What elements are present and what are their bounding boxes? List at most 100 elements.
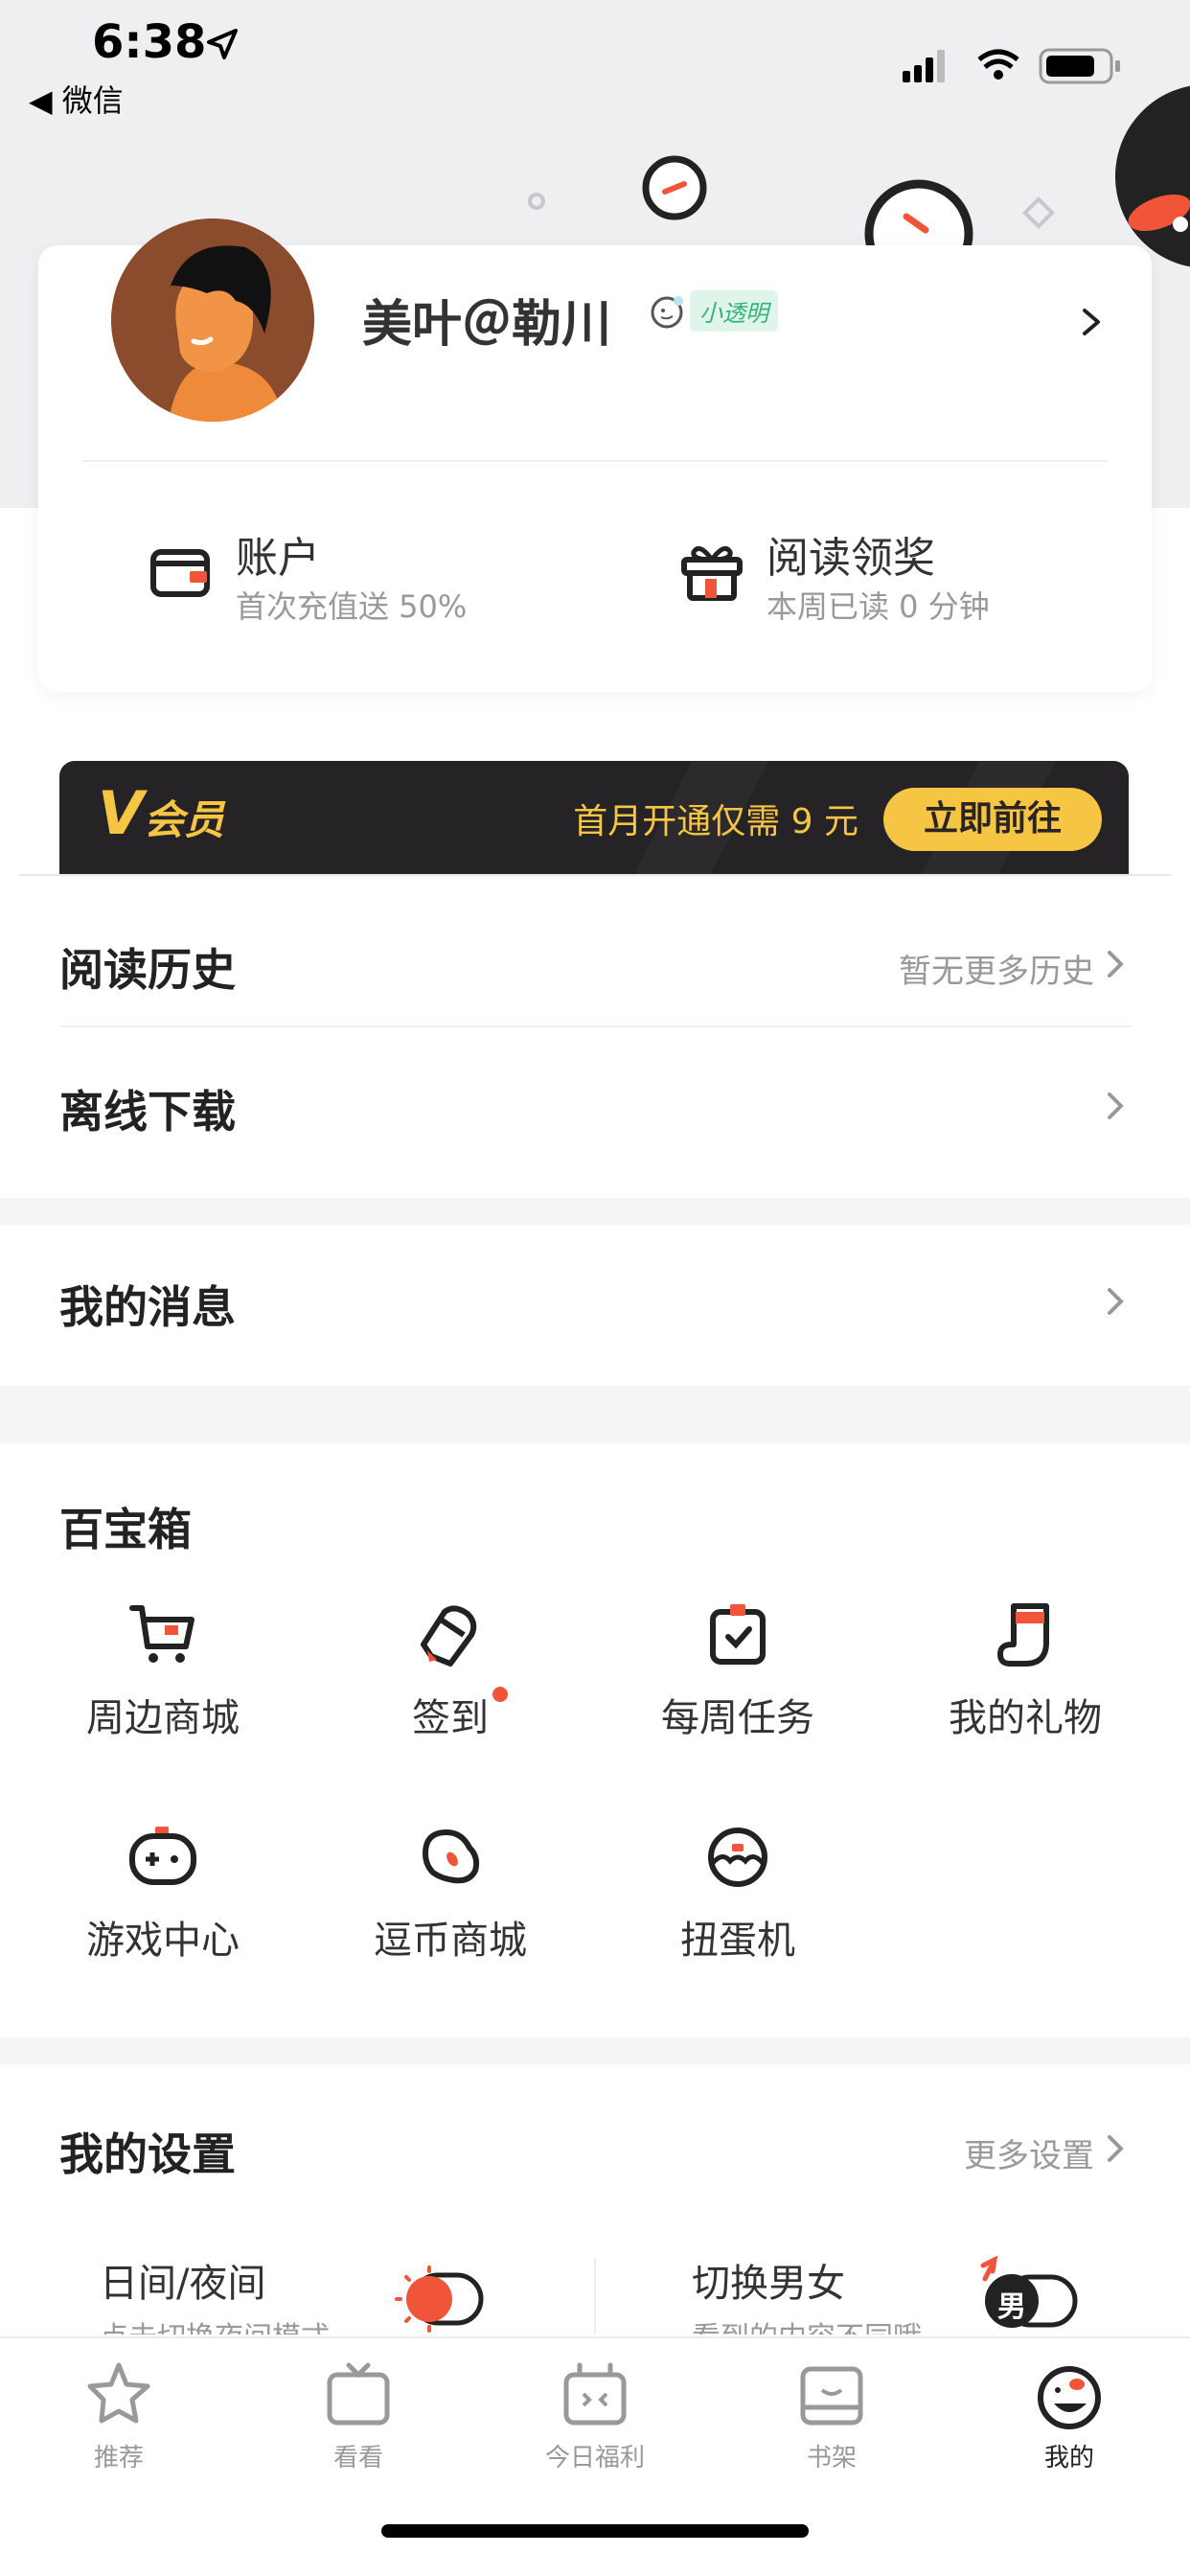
wallet-icon [150, 549, 210, 597]
gamepad-icon [129, 1827, 196, 1885]
doodle-big-face-icon [864, 179, 973, 251]
vip-go-button[interactable]: 立即前往 [883, 788, 1102, 851]
toolbox-title: 百宝箱 [59, 1504, 192, 1555]
grid-item-coin-mall[interactable]: 逗币商城 [307, 1819, 594, 1965]
section-gap [0, 2037, 1190, 2064]
tab-mine[interactable]: 我的 [993, 2358, 1146, 2473]
gift-icon [681, 545, 743, 601]
grid-item-checkin[interactable]: 签到 [307, 1597, 594, 1742]
back-to-wechat-link[interactable]: ◀ 微信 [29, 77, 124, 121]
pen-icon [421, 1605, 477, 1667]
tab-label: 我的 [1043, 2444, 1094, 2472]
account-title: 账户 [236, 534, 320, 583]
offline-download-row[interactable]: 离线下载 [0, 1037, 1190, 1179]
vip-divider [19, 874, 1171, 876]
notification-dot [492, 1687, 508, 1702]
location-arrow-icon [207, 29, 238, 59]
chevron-right-icon[interactable] [1104, 2129, 1127, 2168]
grid-item-game-center[interactable]: 游戏中心 [19, 1819, 307, 1965]
day-night-title: 日间/夜间 [100, 2262, 266, 2306]
reading-reward-subtitle: 本周已读 0 分钟 [767, 588, 990, 625]
grid-item-merch-store[interactable]: 周边商城 [19, 1597, 307, 1742]
tab-label: 推荐 [93, 2444, 144, 2472]
profile-divider [82, 460, 1108, 462]
doodle-diamond-icon [1022, 196, 1055, 229]
grid-item-weekly-tasks[interactable]: 每周任务 [594, 1597, 881, 1742]
reading-history-hint: 暂无更多历史 [899, 953, 1094, 991]
vip-banner[interactable]: V会员 首月开通仅需 9 元 立即前往 [59, 761, 1129, 874]
gift-box-icon [563, 2362, 627, 2426]
my-messages-label: 我的消息 [59, 1281, 236, 1333]
cart-icon [129, 1605, 195, 1663]
reading-reward-title: 阅读领奖 [767, 534, 935, 583]
tv-icon [327, 2362, 390, 2426]
doodle-dot-icon [528, 193, 545, 210]
grid-item-capsule-machine[interactable]: 扭蛋机 [594, 1819, 881, 1965]
section-gap [0, 1198, 1190, 1225]
tab-bookshelf[interactable]: 书架 [755, 2358, 908, 2473]
profile-chevron-right-icon[interactable] [1077, 303, 1106, 341]
avatar-illustration [111, 218, 314, 422]
my-messages-row[interactable]: 我的消息 [0, 1232, 1190, 1374]
capsule-icon [708, 1828, 767, 1887]
gender-toggle-track [980, 2256, 1078, 2328]
reading-reward-entry[interactable]: 阅读领奖 本周已读 0 分钟 [678, 533, 990, 629]
status-icons [903, 48, 1120, 84]
grid-item-label: 我的礼物 [949, 1696, 1102, 1740]
day-night-setting[interactable]: 日间/夜间 点击切换夜间模式 [100, 2252, 330, 2334]
tab-label: 书架 [806, 2444, 857, 2472]
tab-label: 今日福利 [544, 2444, 645, 2472]
offline-download-label: 离线下载 [59, 1086, 236, 1138]
grid-item-label: 扭蛋机 [680, 1919, 795, 1963]
grid-item-my-gifts[interactable]: 我的礼物 [881, 1597, 1169, 1742]
chevron-right-icon [1108, 951, 1124, 978]
gender-setting[interactable]: 切换男女 看到的内容不同哦 [692, 2252, 922, 2334]
grid-item-label: 每周任务 [661, 1696, 814, 1740]
chevron-right-icon [1108, 1288, 1124, 1315]
grid-item-label: 逗币商城 [374, 1919, 527, 1963]
reading-history-label: 阅读历史 [59, 944, 236, 996]
settings-divider [594, 2258, 596, 2334]
tab-watch[interactable]: 看看 [282, 2358, 435, 2473]
sock-icon [997, 1603, 1049, 1667]
status-time: 6:38 [92, 15, 207, 69]
mine-face-icon [1038, 2366, 1101, 2429]
status-bar: 6:38 ◀ 微信 [0, 0, 1190, 125]
chevron-right-icon [1108, 1092, 1124, 1119]
row-divider [59, 1025, 1133, 1027]
user-level-badge[interactable]: 小透明 [648, 289, 778, 332]
avatar[interactable] [111, 218, 314, 422]
account-entry[interactable]: 账户 首次充值送 50% [148, 533, 467, 629]
doodle-face-icon [642, 155, 707, 220]
battery-icon [1039, 48, 1120, 84]
signal-icon [903, 50, 945, 82]
profile-card: 美叶＠勒川 小透明 账户 首次充值送 50% 阅读领奖 本周已读 0 分钟 [38, 218, 1152, 692]
badge-face-icon [651, 296, 683, 329]
home-indicator [381, 2524, 809, 2538]
bookshelf-icon [800, 2366, 863, 2426]
vip-logo-text: 会员 [143, 796, 224, 843]
badge-label: 小透明 [690, 289, 778, 332]
gender-title: 切换男女 [692, 2262, 845, 2306]
gender-toggle-label: 男 [997, 2290, 1026, 2324]
bean-icon [422, 1828, 480, 1884]
vip-logo: V会员 [98, 778, 224, 848]
doodle-edge-face-icon [1115, 85, 1190, 267]
username[interactable]: 美叶＠勒川 [362, 284, 611, 356]
tab-daily-benefits[interactable]: 今日福利 [518, 2358, 672, 2473]
gender-subtitle: 看到的内容不同哦 [692, 2313, 922, 2334]
star-icon [87, 2362, 150, 2424]
grid-item-label: 游戏中心 [86, 1919, 240, 1963]
day-night-toggle[interactable] [391, 2264, 487, 2336]
vip-promo-text: 首月开通仅需 9 元 [573, 802, 858, 841]
reading-history-row[interactable]: 阅读历史 暂无更多历史 [0, 895, 1190, 1037]
gender-toggle[interactable]: 男 [977, 2256, 1083, 2333]
tab-recommend[interactable]: 推荐 [42, 2358, 195, 2473]
tab-label: 看看 [332, 2444, 383, 2472]
settings-title: 我的设置 [59, 2128, 236, 2180]
vip-logo-v: V [98, 778, 144, 848]
account-subtitle: 首次充值送 50% [236, 588, 468, 625]
more-settings-link[interactable]: 更多设置 [964, 2129, 1094, 2176]
grid-item-label: 签到 [412, 1687, 508, 1742]
task-icon [710, 1604, 766, 1665]
